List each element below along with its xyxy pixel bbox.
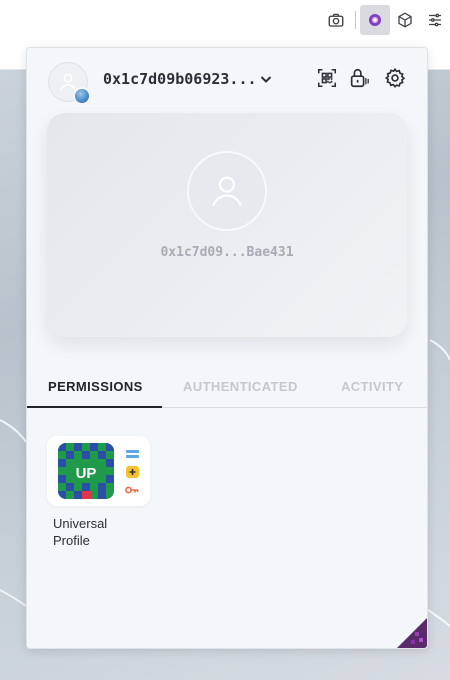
permission-icons (125, 448, 141, 502)
equals-icon (125, 448, 139, 460)
user-icon (212, 176, 242, 207)
lock-icon[interactable] (348, 67, 370, 89)
toolbar-divider (355, 11, 356, 29)
app-name: Universal Profile (53, 516, 108, 548)
tab-authenticated[interactable]: AUTHENTICATED (183, 379, 298, 394)
popup-header: 0x1c7d09b06923... (27, 48, 427, 110)
camera-icon[interactable] (321, 5, 351, 35)
tab-activity[interactable]: ACTIVITY (341, 379, 403, 394)
app-permission-tile[interactable]: UP (47, 436, 150, 506)
tab-permissions[interactable]: PERMISSIONS (48, 379, 143, 394)
profile-avatar[interactable] (187, 151, 267, 231)
corner-decoration (397, 618, 427, 648)
active-tab-indicator (27, 406, 162, 408)
universal-profile-app-icon: UP (58, 443, 114, 499)
chevron-down-icon[interactable] (259, 72, 273, 86)
cube-icon[interactable] (390, 5, 420, 35)
key-icon (125, 484, 139, 496)
network-badge-icon (73, 87, 91, 105)
gear-icon[interactable] (384, 67, 406, 89)
extension-up-icon[interactable] (360, 5, 390, 35)
sliders-icon[interactable] (420, 5, 450, 35)
add-icon (125, 466, 139, 478)
account-avatar[interactable] (48, 62, 91, 105)
app-icon-label: UP (76, 465, 97, 482)
qr-code-icon[interactable] (316, 67, 338, 89)
tab-bar: PERMISSIONS AUTHENTICATED ACTIVITY (27, 368, 427, 408)
profile-card: 0x1c7d09...Bae431 (47, 113, 407, 337)
extension-popup: 0x1c7d09b06923... 0x1c7d09...Bae431 PERM… (26, 47, 428, 649)
extension-toolbar (321, 4, 450, 36)
account-address[interactable]: 0x1c7d09b06923... (103, 70, 257, 88)
profile-address[interactable]: 0x1c7d09...Bae431 (47, 245, 407, 260)
